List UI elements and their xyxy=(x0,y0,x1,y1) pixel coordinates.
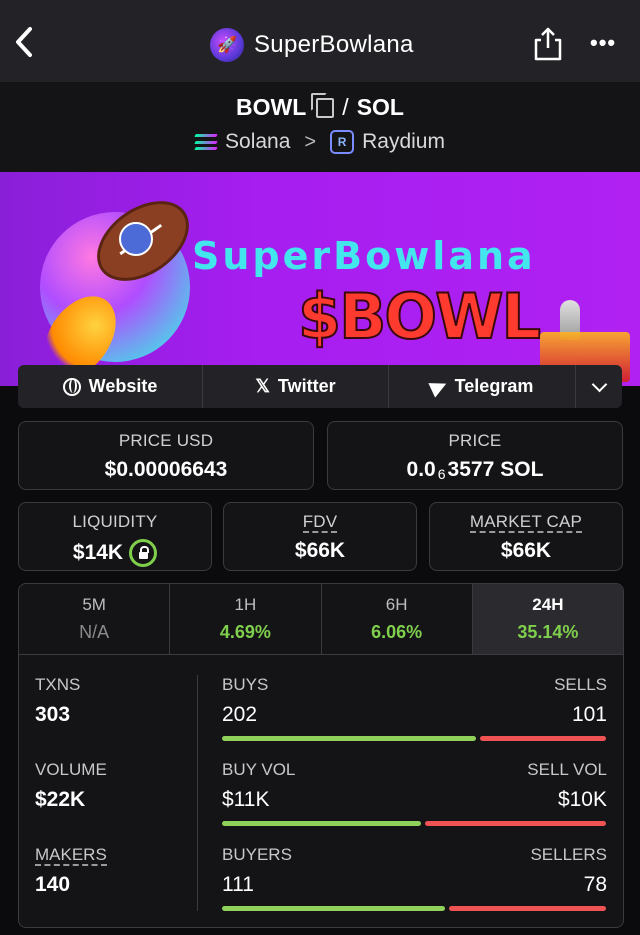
market-cap-label[interactable]: MARKET CAP xyxy=(469,512,583,533)
sells-ratio-bar xyxy=(480,736,606,741)
x-icon: 𝕏 xyxy=(255,376,270,396)
price-usd-value: $0.00006643 xyxy=(104,458,228,481)
price-native-digits: 3577 xyxy=(447,458,495,481)
buys-label: BUYS xyxy=(222,675,269,694)
tab-5m[interactable]: 5M N/A xyxy=(19,584,171,654)
solana-badge-icon xyxy=(119,222,153,256)
telegram-icon xyxy=(428,375,450,398)
volume-label: VOLUME xyxy=(35,760,107,779)
price-native-label: PRICE xyxy=(448,431,502,450)
telegram-link[interactable]: Telegram xyxy=(389,365,576,408)
sells-label: SELLS xyxy=(554,675,607,694)
chain-breadcrumb: Solana > R Raydium xyxy=(0,130,640,154)
app-logo-icon: 🚀 xyxy=(210,28,244,62)
trading-stats-panel: 5M N/A 1H 4.69% 6H 6.06% 24H 35.14% TXNS… xyxy=(18,583,624,928)
pair-header: BOWL / SOL Solana > R Raydium xyxy=(0,82,640,172)
sellers-label: SELLERS xyxy=(530,845,607,864)
tab-1h-label: 1H xyxy=(234,595,257,614)
tab-1h[interactable]: 1H 4.69% xyxy=(170,584,322,654)
sell-vol-value: $10K xyxy=(557,788,607,811)
copy-icon[interactable] xyxy=(311,92,335,118)
price-native-unit: SOL xyxy=(500,458,544,481)
price-native-value: 0.0 63577 SOL xyxy=(328,458,622,482)
liquidity-label: LIQUIDITY xyxy=(72,512,158,531)
tab-6h-change: 6.06% xyxy=(371,622,423,642)
banner-ticker: $BOWL xyxy=(297,279,542,354)
tab-24h[interactable]: 24H 35.14% xyxy=(472,584,623,654)
price-native-prefix: 0.0 xyxy=(406,458,436,481)
price-native-zeros: 6 xyxy=(437,466,446,482)
timeframe-tabs: 5M N/A 1H 4.69% 6H 6.06% 24H 35.14% xyxy=(19,584,623,655)
buys-value: 202 xyxy=(222,703,258,726)
chevron-down-icon xyxy=(591,376,607,393)
solana-icon xyxy=(194,134,218,150)
buy-vol-ratio-bar xyxy=(222,821,421,826)
telegram-label: Telegram xyxy=(454,376,534,396)
sellers-value: 78 xyxy=(583,873,607,896)
column-divider xyxy=(197,675,198,911)
more-links-button[interactable] xyxy=(576,365,622,408)
base-token: BOWL xyxy=(236,94,307,120)
makers-label[interactable]: MAKERS xyxy=(35,845,107,866)
token-name: SuperBowlana xyxy=(254,31,414,58)
sell-vol-ratio-bar xyxy=(425,821,606,826)
tab-5m-change: N/A xyxy=(79,622,110,642)
sellers-ratio-bar xyxy=(449,906,606,911)
activity-rows: TXNS 303 BUYS 202 SELLS 101 VOLUME $22K … xyxy=(19,655,623,927)
buy-vol-value: $11K xyxy=(222,788,270,811)
liquidity-value: $14K xyxy=(72,541,124,564)
buys-ratio-bar xyxy=(222,736,476,741)
website-link[interactable]: Website xyxy=(18,365,203,408)
price-native-card: PRICE 0.0 63577 SOL xyxy=(327,421,623,490)
tab-1h-change: 4.69% xyxy=(219,622,271,642)
tab-6h[interactable]: 6H 6.06% xyxy=(322,584,473,654)
market-cap-card: MARKET CAP $66K xyxy=(429,502,623,571)
token-banner: SuperBowlana $BOWL xyxy=(0,172,640,386)
fdv-value: $66K xyxy=(294,539,346,562)
txns-value: 303 xyxy=(35,703,71,726)
buyers-ratio-bar xyxy=(222,906,445,911)
fdv-label[interactable]: FDV xyxy=(302,512,338,533)
chevron-right-icon: > xyxy=(304,130,317,153)
market-cap-value: $66K xyxy=(500,539,552,562)
share-icon[interactable] xyxy=(532,26,564,62)
pair-separator: / xyxy=(342,94,349,120)
globe-icon xyxy=(62,377,81,396)
tab-5m-label: 5M xyxy=(82,595,106,614)
liquidity-value-row: $14K xyxy=(19,539,211,567)
liquidity-card: LIQUIDITY $14K xyxy=(18,502,212,571)
twitter-link[interactable]: 𝕏 Twitter xyxy=(203,365,389,408)
chain-link[interactable]: Solana xyxy=(225,130,290,154)
tab-24h-change: 35.14% xyxy=(517,622,579,642)
sells-value: 101 xyxy=(571,703,607,726)
twitter-label: Twitter xyxy=(277,376,336,396)
back-arrow-icon[interactable] xyxy=(10,24,40,60)
volume-value: $22K xyxy=(35,788,86,811)
makers-value: 140 xyxy=(35,873,71,896)
fdv-card: FDV $66K xyxy=(223,502,417,571)
top-bar: 🚀 SuperBowlana ••• xyxy=(0,0,640,82)
token-title: 🚀 SuperBowlana xyxy=(210,26,414,64)
banner-title: SuperBowlana xyxy=(192,234,536,278)
more-icon[interactable]: ••• xyxy=(590,30,616,56)
buy-vol-label: BUY VOL xyxy=(222,760,296,779)
quote-token: SOL xyxy=(356,94,404,120)
lock-icon[interactable] xyxy=(129,539,158,567)
sell-vol-label: SELL VOL xyxy=(527,760,607,779)
raydium-icon: R xyxy=(330,130,355,154)
buyers-value: 111 xyxy=(222,873,254,896)
dex-link[interactable]: Raydium xyxy=(362,130,445,154)
buyers-label: BUYERS xyxy=(222,845,292,864)
tab-6h-label: 6H xyxy=(385,595,408,614)
txns-label: TXNS xyxy=(35,675,81,694)
price-usd-card: PRICE USD $0.00006643 xyxy=(18,421,314,490)
tab-24h-label: 24H xyxy=(532,595,564,614)
pair-title: BOWL / SOL xyxy=(0,92,640,121)
price-usd-label: PRICE USD xyxy=(118,431,214,450)
social-links: Website 𝕏 Twitter Telegram xyxy=(18,365,622,408)
website-label: Website xyxy=(88,376,158,396)
